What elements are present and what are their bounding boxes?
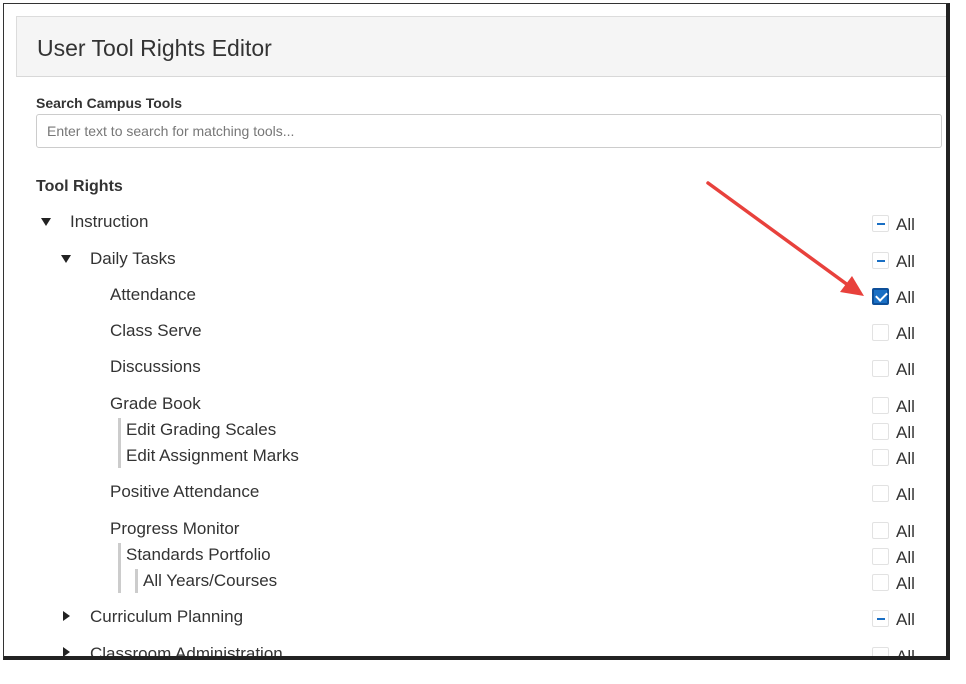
checkbox-icon[interactable]	[872, 449, 889, 466]
page-title: User Tool Rights Editor	[37, 35, 272, 61]
tree-guide-line	[118, 543, 121, 593]
partial-checkbox-icon[interactable]	[872, 610, 889, 627]
checkbox-icon[interactable]	[872, 360, 889, 377]
tree-item-class-serve[interactable]: Class Serve	[110, 321, 202, 341]
tree-item-grade-book[interactable]: Grade Book	[110, 394, 201, 414]
search-label: Search Campus Tools	[36, 95, 183, 111]
all-label: All	[896, 485, 915, 504]
editor-window: User Tool Rights Editor Search Campus To…	[3, 3, 950, 660]
tree-item-edit-grading-scales[interactable]: Edit Grading Scales	[126, 420, 276, 440]
all-label: All	[896, 449, 915, 468]
tool-rights-heading: Tool Rights	[36, 178, 123, 195]
tree-guide-line	[118, 418, 121, 468]
tree-item-curriculum-planning[interactable]: Curriculum Planning	[90, 607, 243, 627]
expand-caret-icon[interactable]	[41, 218, 51, 226]
all-label: All	[896, 522, 915, 541]
checkbox-icon[interactable]	[872, 485, 889, 502]
all-label: All	[896, 252, 915, 271]
all-label: All	[896, 548, 915, 567]
checked-checkbox-icon[interactable]	[872, 288, 889, 305]
tree-item-daily-tasks[interactable]: Daily Tasks	[90, 249, 176, 269]
all-label: All	[896, 215, 915, 234]
all-label: All	[896, 423, 915, 442]
all-label: All	[896, 397, 915, 416]
all-label: All	[896, 360, 915, 379]
collapse-caret-icon[interactable]	[63, 647, 70, 656]
tree-item-progress-monitor[interactable]: Progress Monitor	[110, 519, 239, 539]
all-label: All	[896, 647, 915, 660]
partial-checkbox-icon[interactable]	[872, 215, 889, 232]
checkbox-icon[interactable]	[872, 324, 889, 341]
tree-item-positive-attendance[interactable]: Positive Attendance	[110, 482, 259, 502]
checkbox-icon[interactable]	[872, 647, 889, 656]
partial-checkbox-icon[interactable]	[872, 252, 889, 269]
checkbox-icon[interactable]	[872, 574, 889, 591]
tree-item-edit-assignment-marks[interactable]: Edit Assignment Marks	[126, 446, 299, 466]
tree-guide-line	[135, 569, 138, 593]
all-label: All	[896, 324, 915, 343]
tree-item-standards-portfolio[interactable]: Standards Portfolio	[126, 545, 271, 565]
search-input[interactable]	[36, 114, 942, 148]
checkbox-icon[interactable]	[872, 423, 889, 440]
editor-header: User Tool Rights Editor	[16, 16, 946, 77]
checkbox-icon[interactable]	[872, 548, 889, 565]
expand-caret-icon[interactable]	[61, 255, 71, 263]
collapse-caret-icon[interactable]	[63, 611, 70, 621]
all-label: All	[896, 288, 915, 307]
tree-item-instruction[interactable]: Instruction	[70, 212, 148, 232]
all-label: All	[896, 610, 915, 629]
checkbox-icon[interactable]	[872, 397, 889, 414]
tree-item-all-years-courses[interactable]: All Years/Courses	[143, 571, 277, 591]
tree-item-attendance[interactable]: Attendance	[110, 285, 196, 305]
tree-item-classroom-administration[interactable]: Classroom Administration	[90, 644, 283, 656]
tree-item-discussions[interactable]: Discussions	[110, 357, 201, 377]
all-label: All	[896, 574, 915, 593]
checkbox-icon[interactable]	[872, 522, 889, 539]
